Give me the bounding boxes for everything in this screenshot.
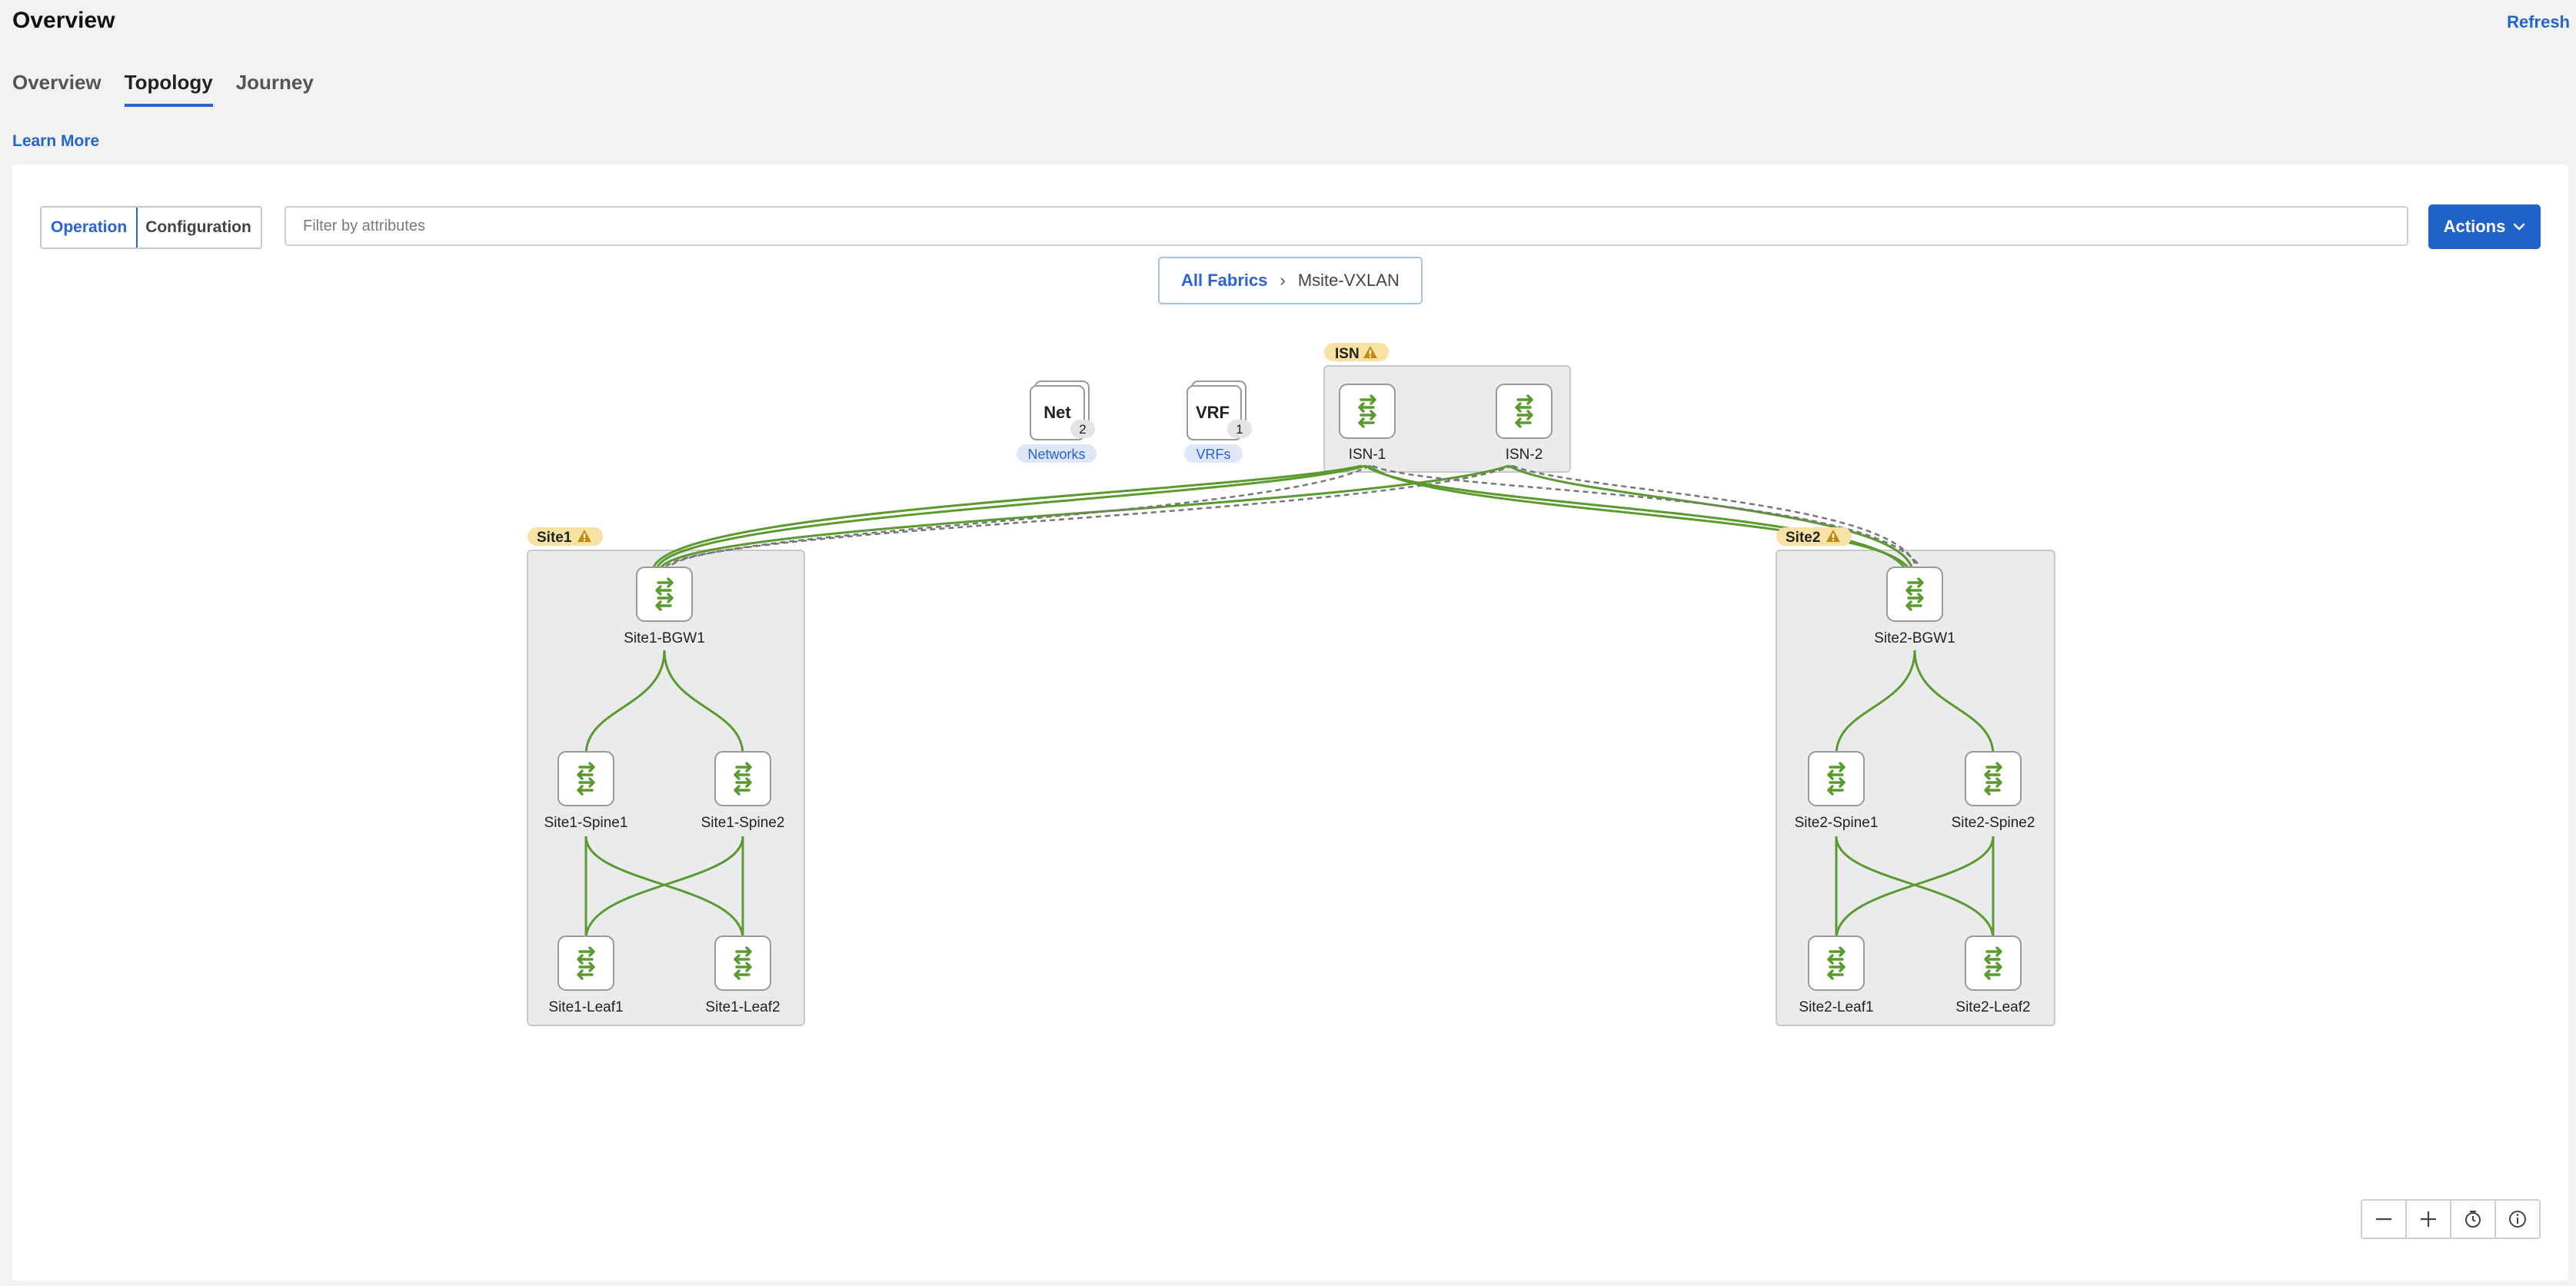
device-site1-leaf2[interactable]: Site1-Leaf2 [705, 935, 780, 1015]
refresh-button[interactable]: Refresh [2507, 12, 2570, 32]
tab-journey[interactable]: Journey [236, 71, 314, 107]
svg-text:Site1-Leaf1: Site1-Leaf1 [548, 999, 623, 1015]
zoom-controls [2361, 1199, 2541, 1239]
svg-text:Site2-Leaf1: Site2-Leaf1 [1799, 999, 1873, 1015]
tab-topology[interactable]: Topology [124, 71, 213, 107]
svg-text:Site2-Spine2: Site2-Spine2 [1952, 815, 2035, 831]
svg-text:Site1-BGW1: Site1-BGW1 [624, 630, 705, 646]
site2-group-badge[interactable]: Site2 [1776, 527, 1852, 546]
inter-site-links [652, 464, 1922, 568]
svg-text:ISN-1: ISN-1 [1349, 447, 1386, 463]
svg-text:Site2-Spine1: Site2-Spine1 [1795, 815, 1879, 831]
site1-group-badge[interactable]: Site1 [528, 527, 603, 546]
svg-text:Site2: Site2 [1786, 530, 1820, 546]
isn-group-badge[interactable]: ISN [1324, 343, 1389, 362]
vrfs-summary-card[interactable]: VRF 1 VRFs [1184, 380, 1252, 463]
svg-text:Site1: Site1 [537, 530, 572, 546]
info-button[interactable] [2496, 1201, 2539, 1238]
svg-text:Networks: Networks [1027, 447, 1085, 462]
operation-toggle-button[interactable]: Operation [41, 208, 138, 248]
zoom-in-button[interactable] [2407, 1201, 2451, 1238]
info-icon [2509, 1211, 2526, 1228]
svg-text:Site1-Spine1: Site1-Spine1 [544, 815, 628, 831]
tab-bar: Overview Topology Journey [12, 71, 314, 107]
svg-text:Site1-Leaf2: Site1-Leaf2 [705, 999, 780, 1015]
zoom-in-icon [2421, 1211, 2436, 1227]
networks-summary-card[interactable]: Net 2 Networks [1017, 380, 1097, 463]
reset-view-button[interactable] [2451, 1201, 2496, 1238]
device-site2-leaf1[interactable]: Site2-Leaf1 [1799, 935, 1874, 1015]
device-site2-leaf2[interactable]: Site2-Leaf2 [1955, 935, 2031, 1015]
svg-text:1: 1 [1236, 422, 1243, 437]
svg-text:VRFs: VRFs [1196, 447, 1231, 462]
tab-overview[interactable]: Overview [12, 71, 102, 107]
svg-text:Site1-Spine2: Site1-Spine2 [701, 815, 785, 831]
topology-panel: Operation Configuration Actions All Fabr… [12, 164, 2568, 1281]
svg-text:ISN: ISN [1335, 346, 1360, 362]
svg-text:2: 2 [1079, 422, 1086, 437]
device-site1-bgw1[interactable]: Site1-BGW1 [624, 567, 705, 646]
svg-text:Site2-BGW1: Site2-BGW1 [1874, 630, 1955, 646]
svg-text:Net: Net [1043, 403, 1071, 422]
zoom-out-icon [2376, 1218, 2391, 1221]
page-title: Overview [12, 8, 115, 33]
svg-text:Site2-Leaf2: Site2-Leaf2 [1955, 999, 2030, 1015]
learn-more-link[interactable]: Learn More [12, 132, 99, 151]
topology-canvas[interactable]: ISN Site1 Site2 Net 2 Networks VRF 1 VRF… [12, 164, 2568, 1281]
svg-text:ISN-2: ISN-2 [1506, 447, 1543, 463]
device-site1-leaf1[interactable]: Site1-Leaf1 [548, 935, 624, 1015]
svg-text:VRF: VRF [1196, 403, 1230, 422]
reset-view-icon [2465, 1211, 2481, 1228]
zoom-out-button[interactable] [2362, 1201, 2407, 1238]
device-site2-bgw1[interactable]: Site2-BGW1 [1874, 567, 1955, 646]
